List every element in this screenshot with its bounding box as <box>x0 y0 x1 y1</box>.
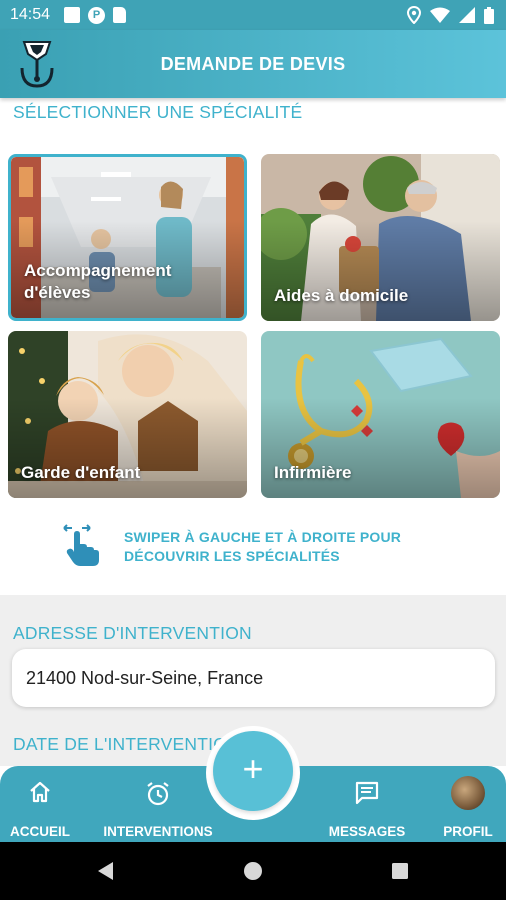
back-icon[interactable] <box>96 861 114 881</box>
status-bar: 14:54 P <box>0 0 506 30</box>
nav-item-label: PROFIL <box>443 824 493 839</box>
speciality-card-label: Infirmière <box>274 463 352 482</box>
notification-square-icon <box>64 7 80 23</box>
swipe-hand-icon <box>63 524 99 566</box>
home-circle-icon[interactable] <box>243 861 263 881</box>
app-bar: DEMANDE DE DEVIS <box>0 30 506 98</box>
date-section-title: DATE DE L'INTERVENTION <box>13 734 240 754</box>
nav-item-messages[interactable]: MESSAGES <box>326 766 408 842</box>
main-content[interactable]: SÉLECTIONNER UNE SPÉCIALITÉ Accompagneme… <box>0 98 506 766</box>
speciality-card-nurse[interactable]: Infirmière <box>261 331 500 498</box>
speciality-card-label: Accompagnement d'élèves <box>24 261 172 302</box>
speciality-card-label: Garde d'enfant <box>21 463 141 482</box>
avatar <box>451 776 485 810</box>
speciality-card-childcare[interactable]: Garde d'enfant <box>8 331 247 498</box>
recents-icon[interactable] <box>391 862 409 880</box>
speciality-card-label: Aides à domicile <box>274 286 409 305</box>
home-icon <box>30 781 50 803</box>
signal-icon <box>459 7 475 23</box>
swipe-hint: SWIPER À GAUCHE ET À DROITE POUR DÉCOUVR… <box>60 520 480 570</box>
battery-icon <box>484 6 494 24</box>
speciality-card-home-help[interactable]: Aides à domicile <box>261 154 500 321</box>
status-time: 14:54 <box>10 6 51 23</box>
location-icon <box>407 6 421 24</box>
nav-item-interventions[interactable]: INTERVENTIONS <box>100 766 216 842</box>
wifi-icon <box>430 7 450 23</box>
plus-icon: + <box>242 748 264 789</box>
nav-item-label: MESSAGES <box>328 824 406 839</box>
address-section-title: ADRESSE D'INTERVENTION <box>13 623 252 643</box>
swipe-hint-text: SWIPER À GAUCHE ET À DROITE POUR DÉCOUVR… <box>124 529 402 564</box>
nav-item-label: ACCUEIL <box>10 824 70 839</box>
nav-item-label: INTERVENTIONS <box>103 824 213 839</box>
speciality-card-student-support[interactable]: Accompagnement d'élèves <box>8 154 247 321</box>
alarm-clock-icon <box>147 782 169 806</box>
sd-card-icon <box>113 7 126 23</box>
add-request-button[interactable]: + <box>213 731 293 811</box>
message-icon <box>355 781 379 805</box>
page-title: DEMANDE DE DEVIS <box>160 54 346 74</box>
system-navigation-bar <box>0 842 506 900</box>
nav-item-profile[interactable]: PROFIL <box>436 766 500 842</box>
notification-app-icon: P <box>88 7 105 24</box>
speciality-section-title: SÉLECTIONNER UNE SPÉCIALITÉ <box>13 102 303 122</box>
nav-item-home[interactable]: ACCUEIL <box>4 766 76 842</box>
address-field[interactable]: 21400 Nod-sur-Seine, France <box>12 649 495 707</box>
address-value: 21400 Nod-sur-Seine, France <box>26 668 264 688</box>
